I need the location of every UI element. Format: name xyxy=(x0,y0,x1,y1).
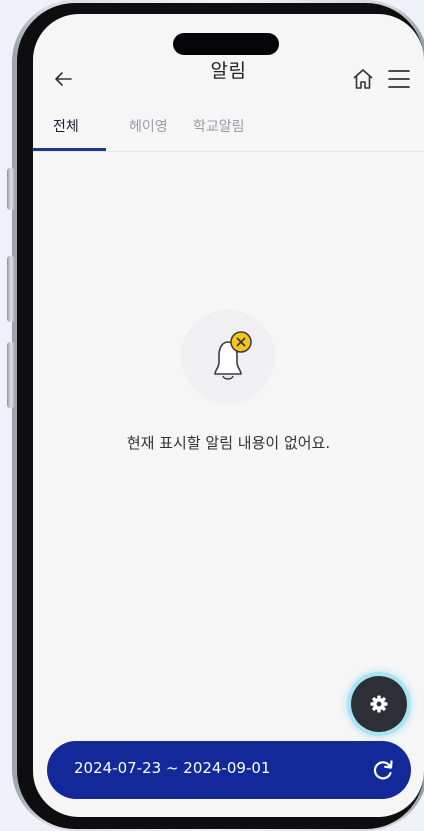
refresh-icon[interactable] xyxy=(372,759,394,781)
date-range-bar[interactable]: 2024-07-23 ~ 2024-09-01 xyxy=(47,741,411,799)
tab-school-notice[interactable]: 학교알림 xyxy=(193,116,245,136)
tab-all[interactable]: 전체 xyxy=(53,116,79,136)
hamburger-menu-icon[interactable] xyxy=(387,68,411,90)
phone-notch xyxy=(173,33,279,55)
empty-state-illustration xyxy=(181,310,275,404)
phone-side-button xyxy=(7,168,15,210)
date-range-text: 2024-07-23 ~ 2024-09-01 xyxy=(74,759,271,777)
tab-bar: 전체 헤이영 학교알림 xyxy=(33,108,424,152)
phone-screen: 알림 전체 헤이영 학교알림 현재 표시할 알림 내용이 없어요. 2024-0… xyxy=(33,14,424,817)
home-icon[interactable] xyxy=(351,67,375,91)
phone-side-button xyxy=(7,342,15,408)
app-header: 알림 xyxy=(33,52,424,112)
phone-side-button xyxy=(7,256,15,322)
tab-heyyoung[interactable]: 헤이영 xyxy=(129,116,168,136)
active-tab-indicator xyxy=(33,148,106,151)
empty-state-message: 현재 표시할 알림 내용이 없어요. xyxy=(126,434,331,452)
bell-with-x-icon xyxy=(214,331,252,380)
gear-icon xyxy=(370,695,388,713)
settings-button[interactable] xyxy=(351,676,407,732)
